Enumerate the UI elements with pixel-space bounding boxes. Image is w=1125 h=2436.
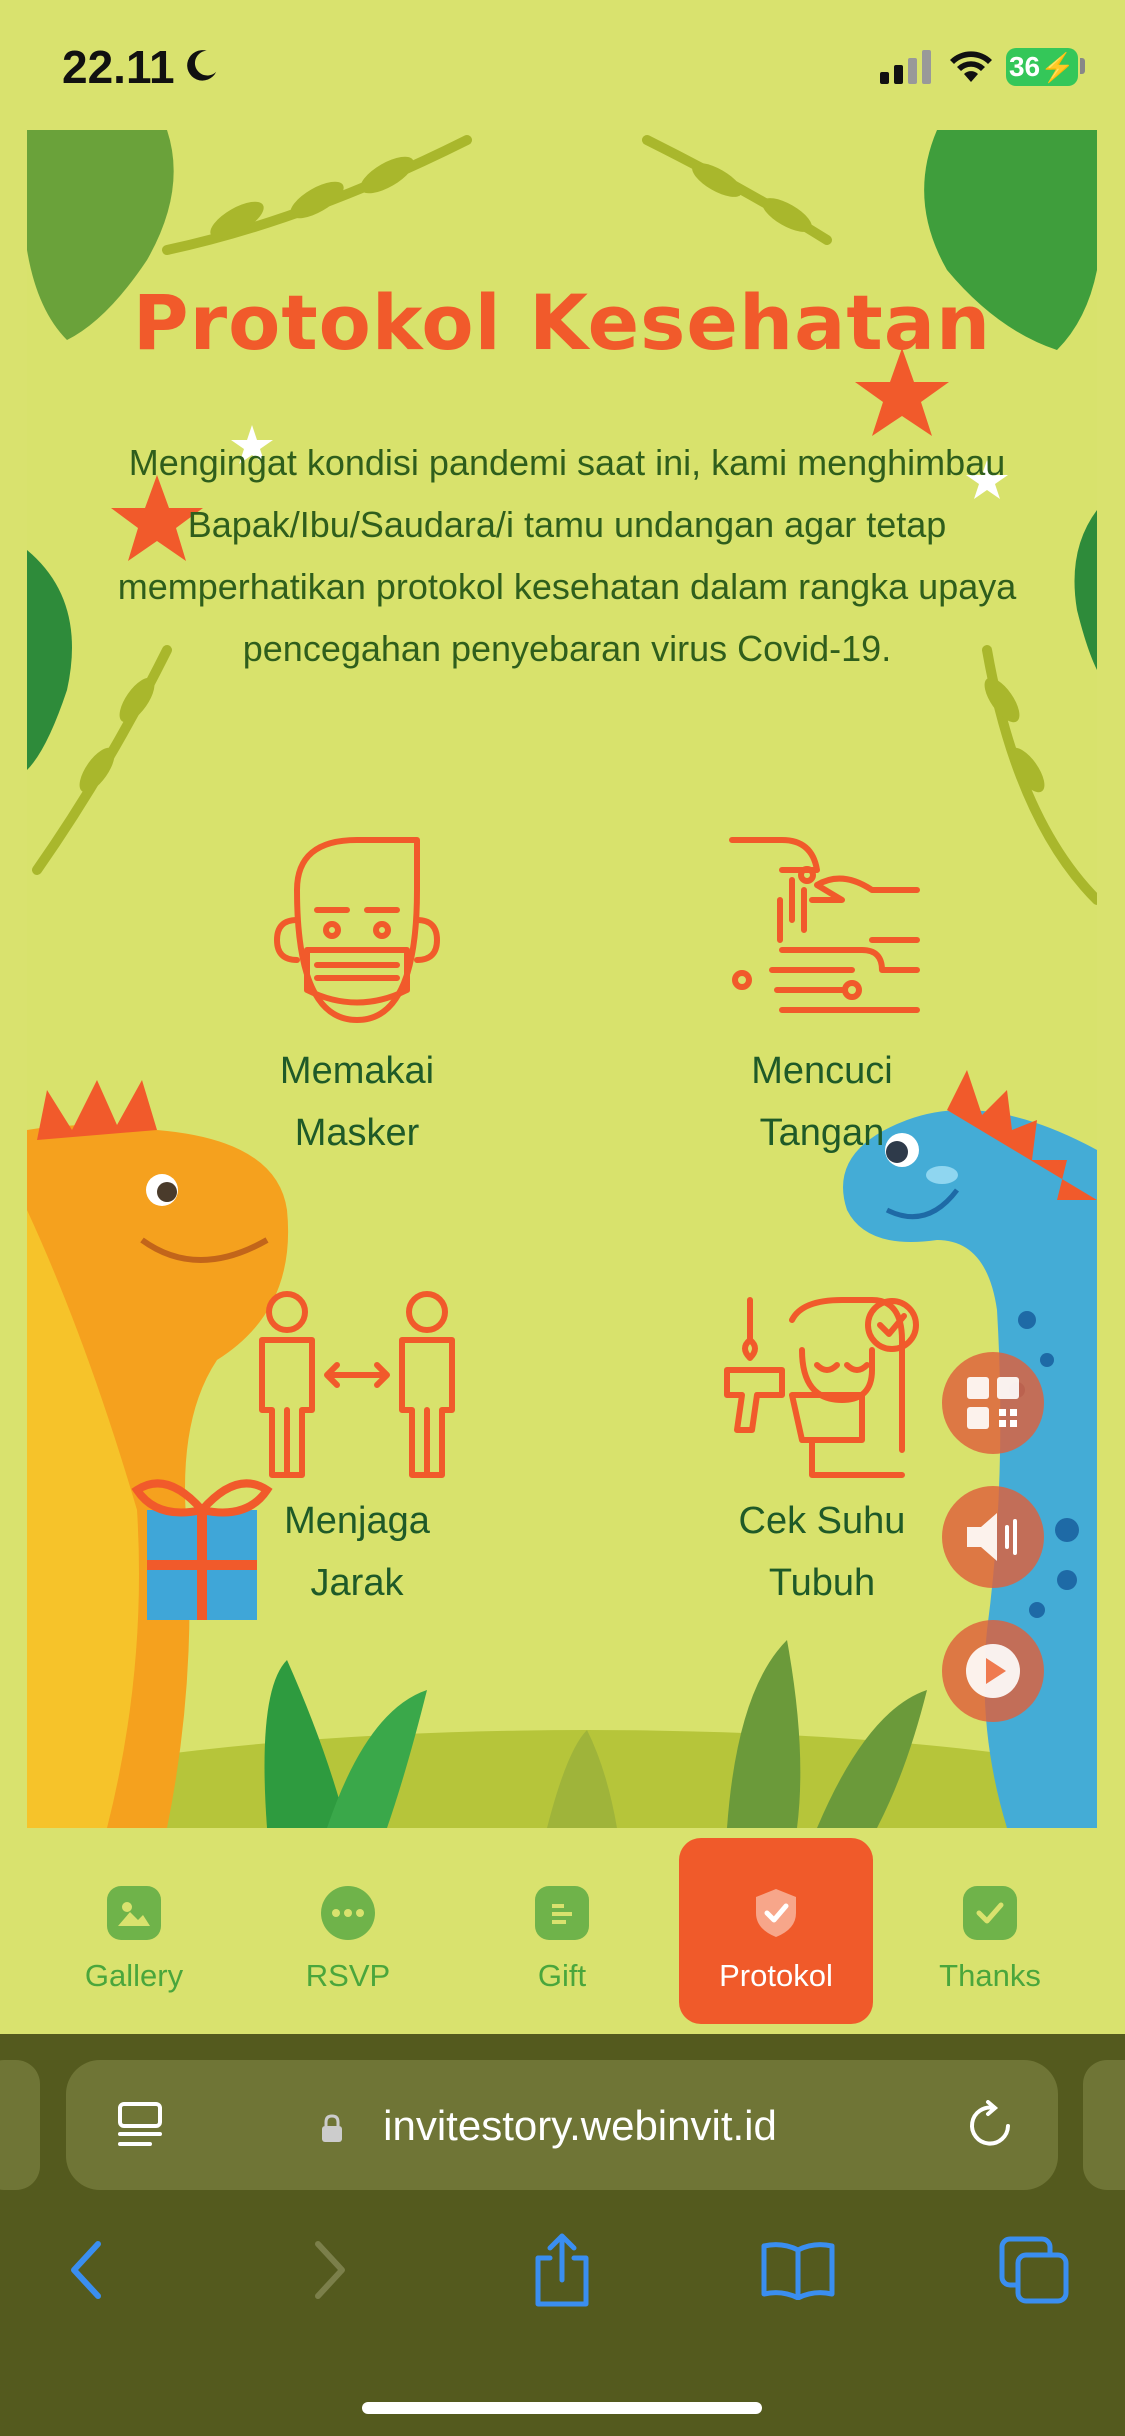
bottom-navigation: Gallery RSVP Gift Protokol Thanks [0,1828,1125,2034]
shield-check-icon [749,1886,803,1940]
nav-rsvp-label: RSVP [305,1958,391,1993]
nav-gallery[interactable]: Gallery [37,1838,231,2024]
battery-level: 36 [1008,51,1041,82]
url-text: invitestory.webinvit.id [383,2102,777,2149]
chevron-left-icon [71,2241,101,2299]
next-tab-peek[interactable] [1083,2060,1125,2190]
protocol-mask: Memakai Masker [207,830,507,1164]
handwash-icon [729,837,920,1013]
nav-thanks-label: Thanks [939,1958,1041,1993]
tabs-icon [999,2236,1069,2304]
forward-button[interactable] [290,2230,370,2310]
protocol-distance-line1: Menjaga [284,1500,430,1542]
battery-indicator: 36 ⚡ [1006,48,1078,86]
protocol-card: Protokol Kesehatan Mengingat kondisi pan… [27,130,1097,1828]
protocol-temperature-line2: Tubuh [768,1562,876,1604]
home-indicator[interactable] [362,2402,762,2414]
protocol-handwash-line2: Tangan [759,1112,885,1154]
nav-thanks[interactable]: Thanks [893,1838,1087,2024]
chat-icon [321,1886,375,1940]
play-icon [966,1644,1020,1698]
nav-gift-label: Gift [537,1958,587,1993]
distance-icon [259,1291,455,1478]
check-icon [963,1886,1017,1940]
wifi-icon [950,51,992,82]
book-icon [761,2242,835,2300]
nav-protokol[interactable]: Protokol [679,1838,873,2024]
share-icon [535,2233,589,2307]
autoplay-button[interactable] [942,1620,1044,1722]
chevron-right-icon [315,2241,345,2299]
share-button[interactable] [522,2230,602,2310]
protocol-temperature: Cek Suhu Tubuh [672,1290,972,1614]
protocol-temperature-line1: Cek Suhu [738,1500,906,1542]
qr-code-button[interactable] [942,1352,1044,1454]
address-bar[interactable]: invitestory.webinvit.id [66,2060,1058,2190]
protocol-distance: Menjaga Jarak [207,1290,507,1614]
moon-icon [187,50,217,81]
clock: 22.11 [62,41,175,93]
image-icon [107,1886,161,1940]
protocol-handwash-line1: Mencuci [751,1050,893,1092]
mask-icon [274,837,440,1023]
protocol-distance-line2: Jarak [310,1562,404,1604]
page-title: Protokol Kesehatan [132,278,992,367]
signal-icon [880,50,931,84]
music-toggle-button[interactable] [942,1486,1044,1588]
bookmarks-button[interactable] [758,2230,838,2310]
browser-chrome: invitestory.webinvit.id [0,2034,1125,2436]
charging-icon: ⚡ [1040,51,1076,83]
status-bar: 22.11 36 ⚡ [0,0,1125,130]
battery-tip [1080,58,1085,74]
thermometer-icon [724,1297,919,1478]
tabs-button[interactable] [994,2230,1074,2310]
nav-gift[interactable]: Gift [465,1838,659,2024]
speaker-icon [967,1513,1017,1561]
back-button[interactable] [46,2230,126,2310]
nav-rsvp[interactable]: RSVP [251,1838,445,2024]
protocol-mask-line1: Memakai [279,1050,435,1092]
protocol-mask-line2: Masker [294,1112,420,1154]
intro-paragraph: Mengingat kondisi pandemi saat ini, kami… [117,442,1017,669]
document-icon [535,1886,589,1940]
nav-protokol-label: Protokol [719,1958,833,1993]
previous-tab-peek[interactable] [0,2060,40,2190]
reload-icon[interactable] [964,2100,1016,2152]
nav-gallery-label: Gallery [84,1958,184,1993]
protocol-handwash: Mencuci Tangan [672,830,972,1164]
qr-code-icon [967,1377,1019,1429]
